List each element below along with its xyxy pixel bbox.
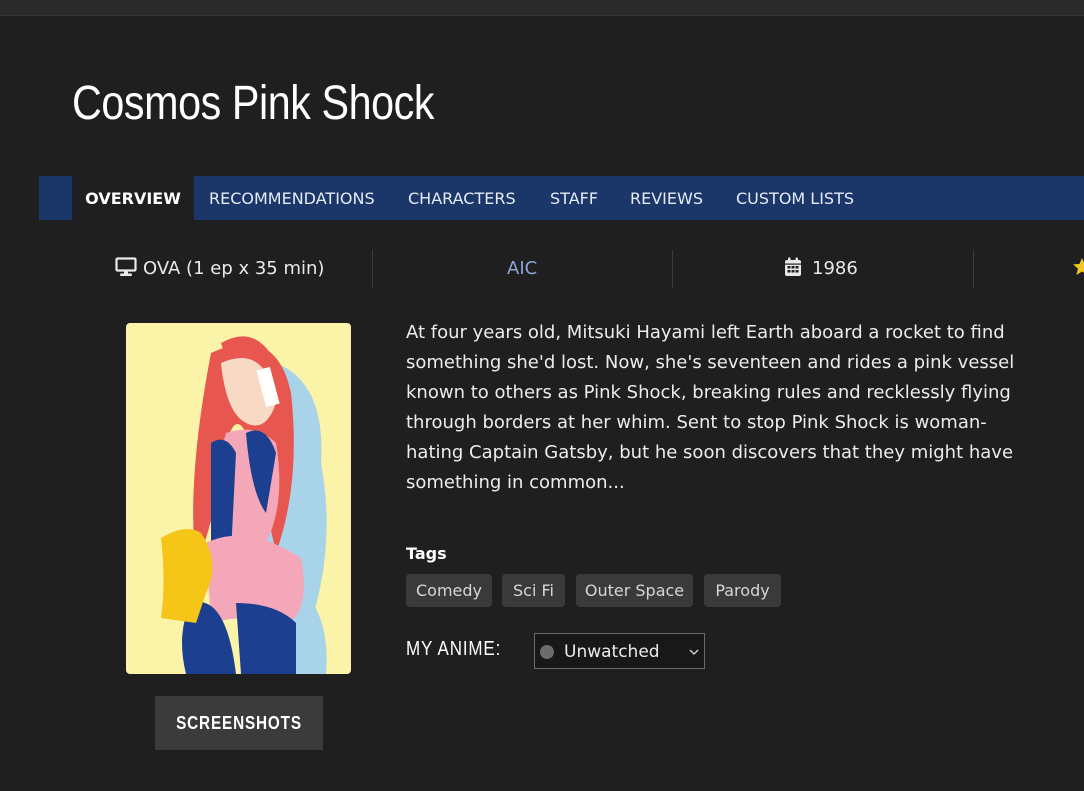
- format-text: OVA (1 ep x 35 min): [143, 258, 325, 279]
- status-dot-icon: [540, 645, 554, 659]
- tag-sci-fi[interactable]: Sci Fi: [502, 574, 565, 607]
- tab-bar: OVERVIEW RECOMMENDATIONS CHARACTERS STAF…: [39, 176, 1084, 220]
- studio-link[interactable]: AIC: [507, 250, 537, 288]
- chevron-down-icon: [689, 649, 699, 656]
- calendar-icon: [785, 257, 801, 276]
- rating-info: [1072, 250, 1084, 288]
- star-icon: [1073, 258, 1084, 275]
- tags-label: Tags: [406, 544, 447, 563]
- info-divider: [672, 250, 673, 288]
- tab-characters[interactable]: CHARACTERS: [408, 176, 516, 220]
- info-divider: [973, 250, 974, 288]
- year-text: 1986: [812, 258, 858, 279]
- tab-recommendations[interactable]: RECOMMENDATIONS: [209, 176, 375, 220]
- watch-status-select[interactable]: Unwatched: [534, 633, 705, 669]
- tag-parody[interactable]: Parody: [704, 574, 781, 607]
- year-info: 1986: [784, 250, 858, 288]
- info-divider: [372, 250, 373, 288]
- tab-staff[interactable]: STAFF: [550, 176, 598, 220]
- info-row: OVA (1 ep x 35 min) AIC 1986: [0, 250, 1084, 288]
- tab-overview[interactable]: OVERVIEW: [72, 176, 194, 220]
- synopsis: At four years old, Mitsuki Hayami left E…: [406, 322, 1015, 493]
- format-info: OVA (1 ep x 35 min): [115, 250, 324, 288]
- screenshots-button[interactable]: SCREENSHOTS: [155, 696, 323, 750]
- tab-reviews[interactable]: REVIEWS: [630, 176, 703, 220]
- browser-top-bar: [0, 0, 1084, 16]
- watch-status-value: Unwatched: [564, 642, 660, 662]
- my-anime-label: MY ANIME:: [406, 638, 502, 660]
- page-title: Cosmos Pink Shock: [72, 77, 435, 130]
- monitor-icon: [115, 257, 137, 276]
- screenshots-label: SCREENSHOTS: [176, 712, 302, 733]
- cover-image: [126, 323, 351, 674]
- tag-outer-space[interactable]: Outer Space: [576, 574, 693, 607]
- tab-custom-lists[interactable]: CUSTOM LISTS: [736, 176, 854, 220]
- tag-comedy[interactable]: Comedy: [406, 574, 492, 607]
